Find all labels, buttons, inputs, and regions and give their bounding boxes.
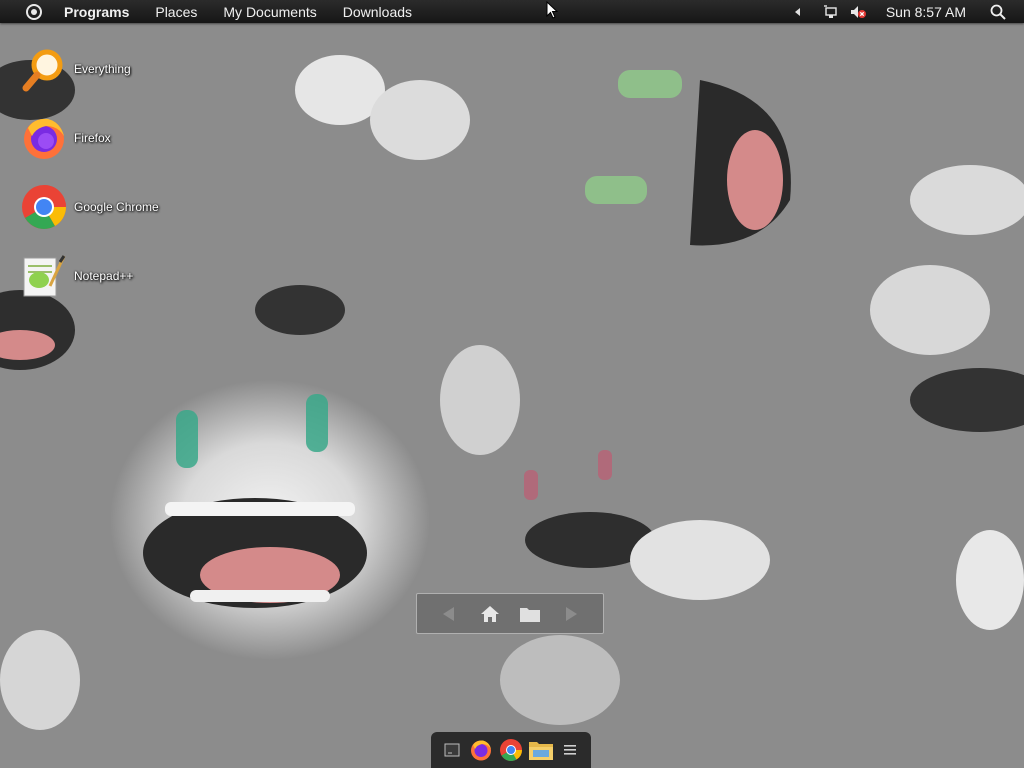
mouse-cursor-icon [546,1,558,19]
dock-terminal[interactable] [439,737,465,763]
bottom-dock [431,732,591,768]
everything-search-icon [22,49,63,92]
desktop-icon-google-chrome[interactable]: Google Chrome [20,181,160,233]
forward-button[interactable] [560,603,582,625]
dock-firefox[interactable] [468,737,494,763]
folder-button[interactable] [519,603,541,625]
forward-arrow-icon [565,606,577,621]
top-panel: Programs Places My Documents Downloads S… [0,0,1024,23]
menu-programs[interactable]: Programs [64,4,129,20]
search-icon[interactable] [990,4,1006,20]
menu-my-documents[interactable]: My Documents [223,4,316,20]
file-navigation-toolbar [416,593,604,634]
firefox-icon [471,740,492,761]
notepad-plus-plus-icon [23,255,66,297]
system-menu-icon[interactable] [26,3,42,20]
menu-downloads[interactable]: Downloads [343,4,412,20]
back-button[interactable] [438,603,460,625]
file-manager-icon [528,742,553,760]
dock-menu[interactable] [557,737,583,763]
terminal-icon [444,743,460,757]
tray-expand-arrow-icon[interactable] [794,7,800,16]
menu-icon [564,745,577,755]
network-icon[interactable] [823,4,838,19]
back-arrow-icon [443,606,455,621]
desktop-icon-everything[interactable]: Everything [20,43,160,95]
desktop-icon-label: Notepad++ [74,269,134,283]
firefox-icon [24,118,64,159]
volume-muted-icon[interactable] [850,5,866,19]
chrome-icon [499,739,522,761]
desktop-icon-notepad-plus-plus[interactable]: Notepad++ [20,250,160,302]
desktop-icon-label: Everything [74,62,131,76]
desktop-icon-firefox[interactable]: Firefox [20,112,160,164]
folder-icon [520,607,541,622]
home-button[interactable] [479,603,501,625]
desktop-icon-label: Firefox [74,131,111,145]
chrome-icon [22,185,66,229]
home-icon [480,605,499,622]
dock-file-manager[interactable] [528,737,554,763]
dock-chrome[interactable] [498,737,524,763]
clock[interactable]: Sun 8:57 AM [886,4,966,20]
system-tray: Sun 8:57 AM [794,0,1024,23]
menu-places[interactable]: Places [155,4,197,20]
desktop-icon-label: Google Chrome [74,200,159,214]
